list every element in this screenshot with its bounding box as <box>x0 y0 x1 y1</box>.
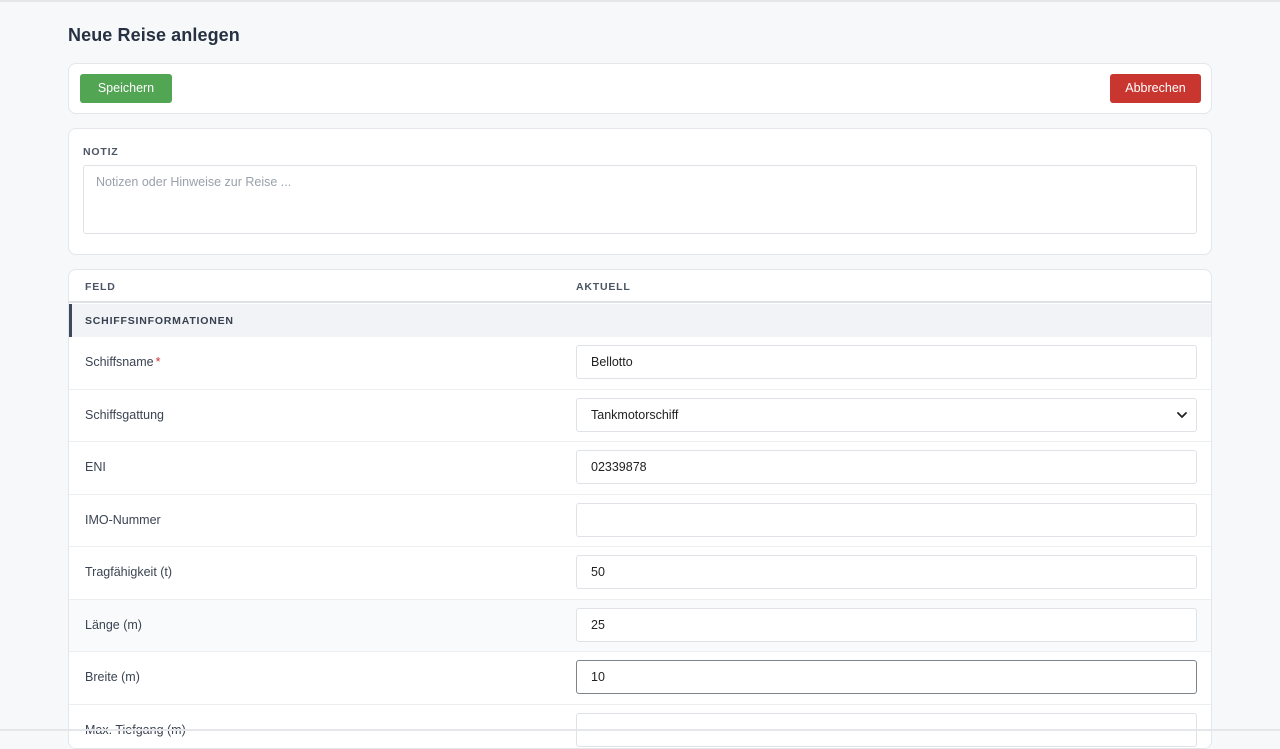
table-row-eni: ENI <box>69 442 1211 495</box>
ship-type-selected-value: Tankmotorschiff <box>591 408 678 422</box>
actions-bar: Speichern Abbrechen <box>68 63 1212 114</box>
section-header: SCHIFFSINFORMATIONEN <box>69 304 1211 337</box>
field-label: Länge (m) <box>85 618 142 632</box>
capacity-input[interactable] <box>576 555 1197 589</box>
length-input[interactable] <box>576 608 1197 642</box>
ship-type-select[interactable]: Tankmotorschiff <box>576 398 1197 432</box>
table-header: FELD AKTUELL <box>69 270 1211 303</box>
table-row-schiffsname: Schiffsname* <box>69 337 1211 390</box>
table-row-tiefgang: Max. Tiefgang (m) <box>69 705 1211 749</box>
page-title: Neue Reise anlegen <box>68 25 240 46</box>
field-label: ENI <box>85 460 106 474</box>
ship-name-input[interactable] <box>576 345 1197 379</box>
required-marker: * <box>156 355 161 369</box>
note-textarea[interactable] <box>83 165 1197 234</box>
field-label: IMO-Nummer <box>85 513 161 527</box>
note-label: NOTIZ <box>83 146 119 158</box>
table-row-tragfaehigkeit: Tragfähigkeit (t) <box>69 547 1211 600</box>
imo-number-input[interactable] <box>576 503 1197 537</box>
save-button[interactable]: Speichern <box>80 74 172 103</box>
field-label: Breite (m) <box>85 670 140 684</box>
ship-info-table: FELD AKTUELL SCHIFFSINFORMATIONEN Schiff… <box>68 269 1212 749</box>
chevron-down-icon <box>1176 409 1188 421</box>
table-row-breite: Breite (m) <box>69 652 1211 705</box>
field-label: Schiffsname* <box>85 355 160 369</box>
table-row-imo: IMO-Nummer <box>69 495 1211 548</box>
top-border <box>0 0 1280 2</box>
column-header-current: AKTUELL <box>576 281 631 293</box>
table-row-schiffsgattung: Schiffsgattung Tankmotorschiff <box>69 390 1211 443</box>
eni-input[interactable] <box>576 450 1197 484</box>
section-title: SCHIFFSINFORMATIONEN <box>85 315 234 327</box>
column-header-field: FELD <box>85 281 116 293</box>
table-row-laenge: Länge (m) <box>69 600 1211 653</box>
width-input[interactable] <box>576 660 1197 694</box>
field-label: Schiffsgattung <box>85 408 164 422</box>
note-card: NOTIZ <box>68 128 1212 255</box>
field-label: Tragfähigkeit (t) <box>85 565 172 579</box>
cancel-button[interactable]: Abbrechen <box>1110 74 1201 103</box>
